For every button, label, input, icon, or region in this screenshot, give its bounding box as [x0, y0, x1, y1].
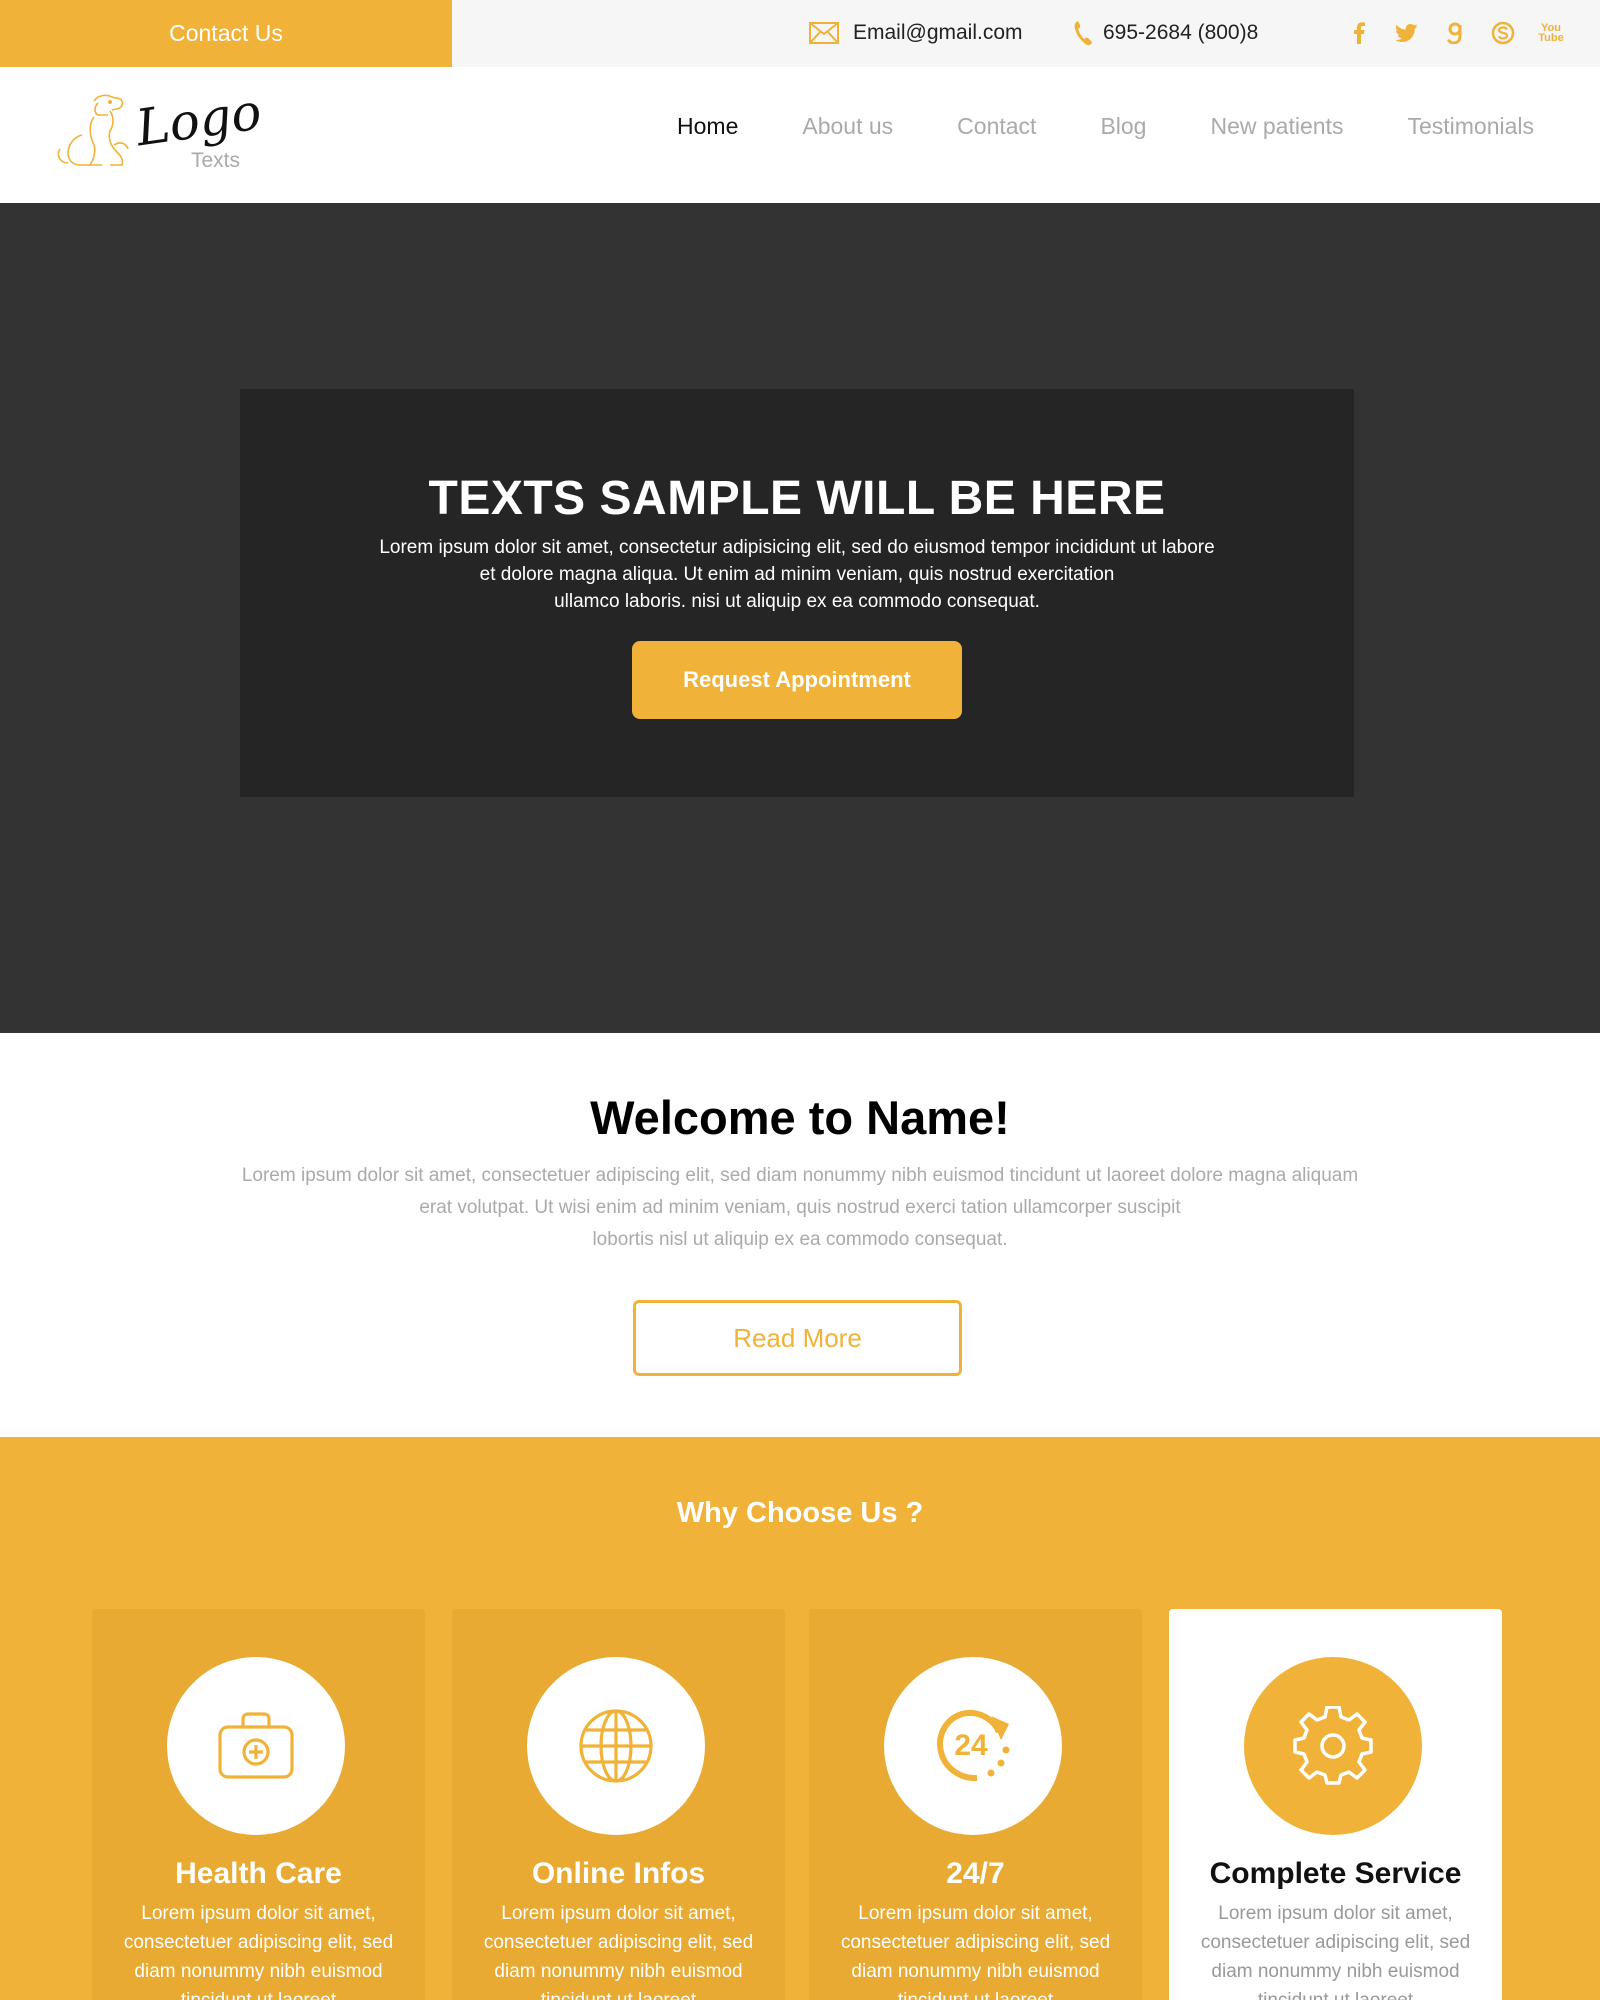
- feature-text: Lorem ipsum dolor sit amet, consectetuer…: [483, 1903, 754, 2000]
- site-header: Logo Texts Home About us Contact Blog Ne…: [0, 67, 1600, 203]
- nav-new-patients[interactable]: New patients: [1210, 113, 1343, 140]
- feature-text: Lorem ipsum dolor sit amet, consectetuer…: [840, 1903, 1111, 2000]
- feature-icon-circle: [527, 1657, 705, 1835]
- hero-text-line: ullamco laboris. nisi ut aliquip ex ea c…: [554, 591, 1040, 612]
- youtube-line-2: Tube: [1538, 32, 1564, 44]
- 24-hours-icon: 24: [937, 1710, 1010, 1782]
- top-email[interactable]: Email@gmail.com: [809, 17, 1023, 49]
- hero-text: Lorem ipsum dolor sit amet, consectetur …: [332, 534, 1262, 615]
- feature-card-health-care[interactable]: Health Care Lorem ipsum dolor sit amet, …: [92, 1609, 425, 2000]
- hero-text-line: Lorem ipsum dolor sit amet, consectetur …: [379, 537, 1215, 558]
- hero-title: TEXTS SAMPLE WILL BE HERE: [428, 472, 1166, 525]
- logo-subtext: Texts: [191, 149, 241, 172]
- welcome-text-line: erat volutpat. Ut wisi enim ad minim ven…: [419, 1197, 1181, 1218]
- top-bar: Contact Us Email@gmail.com 695-2684 (800…: [0, 0, 1600, 67]
- 24-hours-label: 24: [954, 1729, 988, 1762]
- feature-card-complete-service[interactable]: Complete Service Lorem ipsum dolor sit a…: [1169, 1609, 1502, 2000]
- contact-us-button[interactable]: Contact Us: [0, 0, 452, 67]
- why-title: Why Choose Us ?: [676, 1497, 924, 1529]
- skype-icon[interactable]: [1479, 16, 1527, 50]
- medical-kit-icon: [218, 1712, 294, 1779]
- logo[interactable]: Logo Texts: [54, 83, 265, 185]
- feature-card-24-7[interactable]: 24 24/7 Lorem ipsum dolor sit amet, cons…: [809, 1609, 1142, 2000]
- nav-about-us[interactable]: About us: [802, 113, 893, 140]
- google-icon[interactable]: [1431, 16, 1479, 50]
- feature-icon-circle: [167, 1657, 345, 1835]
- hero-section: TEXTS SAMPLE WILL BE HERE Lorem ipsum do…: [0, 203, 1600, 1033]
- envelope-icon: [809, 22, 839, 44]
- feature-icon-circle: 24: [884, 1657, 1062, 1835]
- feature-title: Complete Service: [1209, 1857, 1462, 1890]
- main-nav: Home About us Contact Blog New patients …: [613, 113, 1534, 140]
- facebook-icon[interactable]: [1335, 16, 1383, 50]
- welcome-text: Lorem ipsum dolor sit amet, consectetuer…: [180, 1160, 1420, 1256]
- social-links: You Tube: [1335, 16, 1575, 50]
- welcome-title: Welcome to Name!: [590, 1091, 1010, 1144]
- why-choose-us-section: Why Choose Us ? Health Care Lorem ipsum …: [0, 1437, 1600, 2000]
- feature-text: Lorem ipsum dolor sit amet, consectetuer…: [1200, 1903, 1471, 2000]
- hero-box: TEXTS SAMPLE WILL BE HERE Lorem ipsum do…: [240, 389, 1354, 797]
- nav-home[interactable]: Home: [677, 113, 738, 140]
- welcome-text-line: lobortis nisl ut aliquip ex ea commodo c…: [592, 1229, 1008, 1250]
- feature-icon-circle: [1244, 1657, 1422, 1835]
- dog-logo-icon: [57, 94, 129, 166]
- welcome-text-line: Lorem ipsum dolor sit amet, consectetuer…: [241, 1165, 1359, 1186]
- twitter-icon[interactable]: [1383, 16, 1431, 50]
- email-text: Email@gmail.com: [853, 21, 1023, 44]
- nav-blog[interactable]: Blog: [1100, 113, 1146, 140]
- feature-text: Lorem ipsum dolor sit amet, consectetuer…: [123, 1903, 394, 2000]
- feature-title: 24/7: [946, 1857, 1005, 1890]
- gear-icon: [1293, 1706, 1373, 1785]
- phone-text: 695-2684 (800)8: [1103, 21, 1259, 44]
- phone-icon: [1074, 21, 1092, 46]
- read-more-button[interactable]: Read More: [633, 1300, 962, 1376]
- logo-wordmark: Logo: [132, 82, 265, 158]
- feature-title: Online Infos: [531, 1857, 706, 1890]
- youtube-icon[interactable]: You Tube: [1527, 16, 1575, 50]
- nav-testimonials[interactable]: Testimonials: [1407, 113, 1534, 140]
- top-phone[interactable]: 695-2684 (800)8: [1073, 17, 1258, 49]
- nav-contact[interactable]: Contact: [957, 113, 1036, 140]
- request-appointment-button[interactable]: Request Appointment: [632, 641, 962, 719]
- feature-title: Health Care: [175, 1857, 342, 1890]
- globe-icon: [579, 1709, 653, 1783]
- feature-card-online-infos[interactable]: Online Infos Lorem ipsum dolor sit amet,…: [452, 1609, 785, 2000]
- hero-text-line: et dolore magna aliqua. Ut enim ad minim…: [479, 564, 1115, 585]
